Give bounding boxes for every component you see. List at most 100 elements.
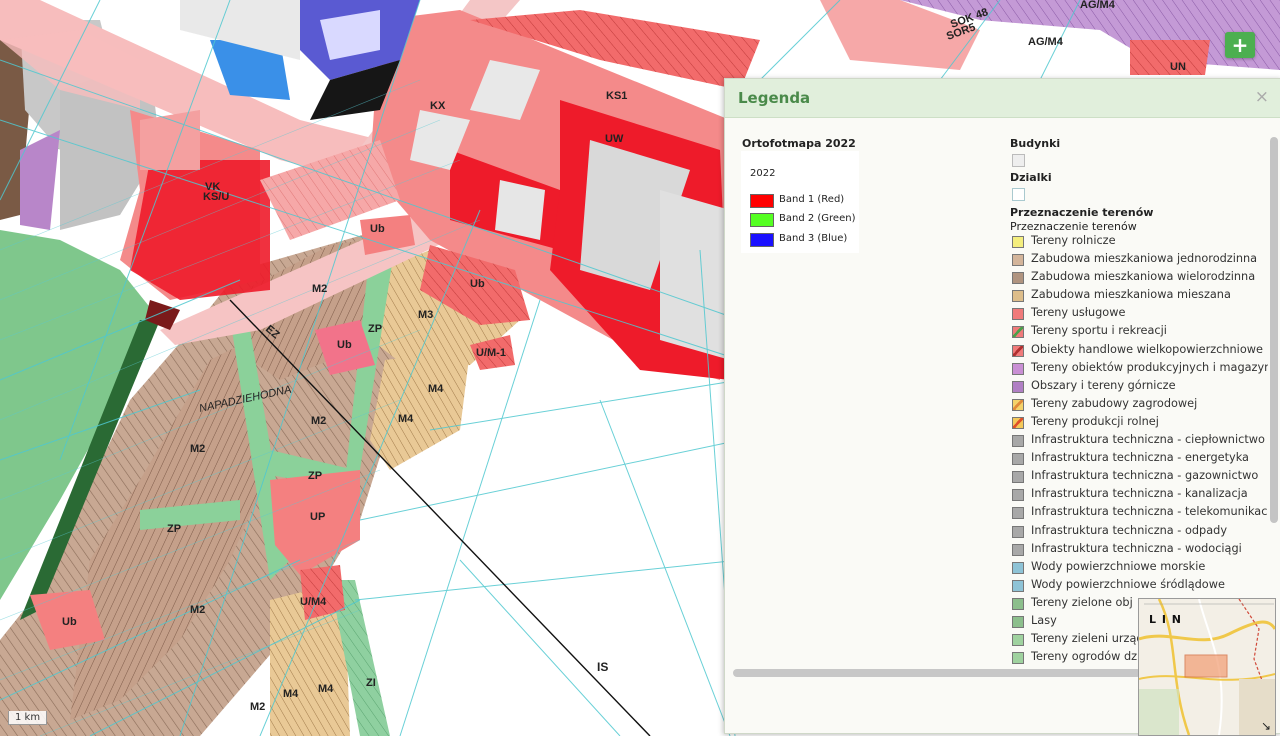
map-label-m4-d: M4 [283, 688, 299, 700]
dzialki-swatch [1012, 188, 1025, 201]
legend-item: Infrastruktura techniczna - odpady [1010, 523, 1268, 541]
expand-icon[interactable]: ↘ [1261, 719, 1271, 733]
band-swatch [750, 194, 774, 208]
legend-item: Tereny obiektów produkcyjnych i magazyn [1010, 360, 1268, 378]
legend-swatch [1012, 561, 1024, 574]
legend-swatch [1012, 489, 1024, 502]
legend-item: Obszary i tereny górnicze [1010, 378, 1268, 396]
map-label-umm: U/M4 [300, 596, 327, 608]
band-label: Band 3 (Blue) [779, 233, 848, 244]
legend-item-label: Infrastruktura techniczna - telekomunika… [1031, 505, 1268, 519]
legend-swatch [1012, 416, 1024, 429]
horizontal-scrollbar[interactable] [733, 669, 1141, 677]
legend-item: Infrastruktura techniczna - energetyka [1010, 450, 1268, 468]
legend-item-label: Zabudowa mieszkaniowa wielorodzinna [1031, 270, 1256, 284]
legend-item: Infrastruktura techniczna - kanalizacja [1010, 486, 1268, 504]
map-label-m2-c: M2 [190, 443, 205, 455]
legend-swatch [1012, 543, 1024, 556]
legend-item-label: Infrastruktura techniczna - odpady [1031, 523, 1228, 537]
legend-item-label: Tereny sportu i rekreacji [1031, 324, 1167, 338]
legend-item: Infrastruktura techniczna - ciepłownictw… [1010, 432, 1268, 450]
legend-item-label: Tereny ogrodów dzi [1031, 650, 1141, 664]
map-label-kx: KX [430, 100, 446, 112]
budynki-title: Budynki [1010, 137, 1061, 150]
legend-item-label: Wody powierzchniowe śródlądowe [1031, 577, 1225, 591]
legend-swatch [1012, 254, 1024, 267]
legend-swatch [1012, 344, 1024, 357]
ortho-legend-box: 2022 Band 1 (Red) Band 2 (Green) Band 3 … [741, 151, 859, 253]
band-label: Band 2 (Green) [779, 213, 856, 224]
legend-item-label: Zabudowa mieszkaniowa mieszana [1031, 288, 1231, 302]
legend-item: Zabudowa mieszkaniowa jednorodzinna [1010, 251, 1268, 269]
legend-item-label: Zabudowa mieszkaniowa jednorodzinna [1031, 252, 1258, 266]
map-label-ub-low: Ub [62, 616, 77, 628]
legend-item-label: Lasy [1031, 613, 1057, 627]
legend-item: Infrastruktura techniczna - telekomunika… [1010, 504, 1268, 522]
map-label-m3: M3 [418, 309, 433, 321]
legend-item: Tereny produkcji rolnej [1010, 414, 1268, 432]
map-label-is: IS [597, 660, 608, 674]
map-label-ag2: AG/M4 [1028, 36, 1064, 48]
band-swatch [750, 213, 774, 227]
legend-item: Infrastruktura techniczna - wodociągi [1010, 541, 1268, 559]
legend-item-label: Tereny zielone obj [1031, 595, 1133, 609]
minimap-label: L I N [1149, 613, 1182, 626]
legend-item-label: Infrastruktura techniczna - gazownictwo [1031, 469, 1259, 483]
legend-swatch [1012, 634, 1024, 647]
band-label: Band 1 (Red) [779, 194, 845, 205]
map-label-ks-t: KS/U [203, 191, 229, 203]
legend-swatch [1012, 525, 1024, 538]
legend-swatch [1012, 435, 1024, 448]
band-swatch [750, 233, 774, 247]
legend-item-label: Infrastruktura techniczna - kanalizacja [1031, 487, 1248, 501]
legend-item-label: Tereny zieleni urząd [1031, 632, 1144, 646]
legend-item: Zabudowa mieszkaniowa wielorodzinna [1010, 269, 1268, 287]
legend-swatch [1012, 308, 1024, 321]
legend-swatch [1012, 290, 1024, 303]
map-label-ub-top: Ub [370, 223, 385, 235]
map-label-uzm: U/M-1 [476, 347, 506, 359]
legend-title: Legenda [738, 89, 811, 107]
map-label-m4-c: M4 [318, 683, 334, 695]
add-layer-button[interactable]: + [1225, 32, 1255, 58]
legend-item-label: Infrastruktura techniczna - ciepłownictw… [1031, 433, 1265, 447]
scale-bar: 1 km [8, 711, 48, 725]
map-label-ub-right: Ub [470, 278, 485, 290]
legend-item: Infrastruktura techniczna - gazownictwo [1010, 468, 1268, 486]
ortho-title: Ortofotmapa 2022 [742, 137, 856, 150]
map-label-zp-c: ZP [167, 523, 181, 535]
vertical-scrollbar[interactable] [1270, 137, 1278, 523]
legend-item-label: Tereny obiektów produkcyjnych i magazyn [1031, 360, 1268, 374]
legend-item-label: Tereny produkcji rolnej [1031, 414, 1159, 428]
close-icon[interactable]: × [1255, 87, 1269, 107]
legend-swatch [1012, 272, 1024, 285]
legend-swatch [1012, 471, 1024, 484]
legend-swatch [1012, 453, 1024, 466]
legend-swatch [1012, 398, 1024, 411]
map-label-m4-b: M4 [398, 413, 414, 425]
legend-item: Obiekty handlowe wielkopowierzchniowe [1010, 342, 1268, 360]
map-label-uw: UW [605, 133, 624, 145]
legend-swatch [1012, 615, 1024, 628]
legend-item: Tereny rolnicze [1010, 233, 1268, 251]
legend-item: Wody powierzchniowe morskie [1010, 559, 1268, 577]
map-label-un: UN [1170, 61, 1186, 73]
overview-minimap[interactable]: L I N ↘ [1138, 598, 1276, 736]
dzialki-title: Dzialki [1010, 171, 1052, 184]
legend-swatch [1012, 597, 1024, 610]
przeznaczenie-title: Przeznaczenie terenów [1010, 206, 1154, 219]
map-label-zp-b: ZP [308, 470, 322, 482]
budynki-swatch [1012, 154, 1025, 167]
map-label-ag1: AG/M4 [1080, 0, 1116, 11]
legend-swatch [1012, 652, 1024, 665]
legend-item-label: Tereny usługowe [1031, 306, 1126, 320]
legend-item: Zabudowa mieszkaniowa mieszana [1010, 287, 1268, 305]
legend-swatch [1012, 326, 1024, 339]
legend-item: Tereny zabudowy zagrodowej [1010, 396, 1268, 414]
legend-item-label: Infrastruktura techniczna - energetyka [1031, 451, 1249, 465]
map-label-ub-mid: Ub [337, 339, 352, 351]
legend-item-label: Tereny rolnicze [1031, 234, 1116, 247]
map-label-m2-b: M2 [311, 415, 326, 427]
legend-swatch [1012, 380, 1024, 393]
legend-item-label: Obszary i tereny górnicze [1031, 378, 1176, 392]
